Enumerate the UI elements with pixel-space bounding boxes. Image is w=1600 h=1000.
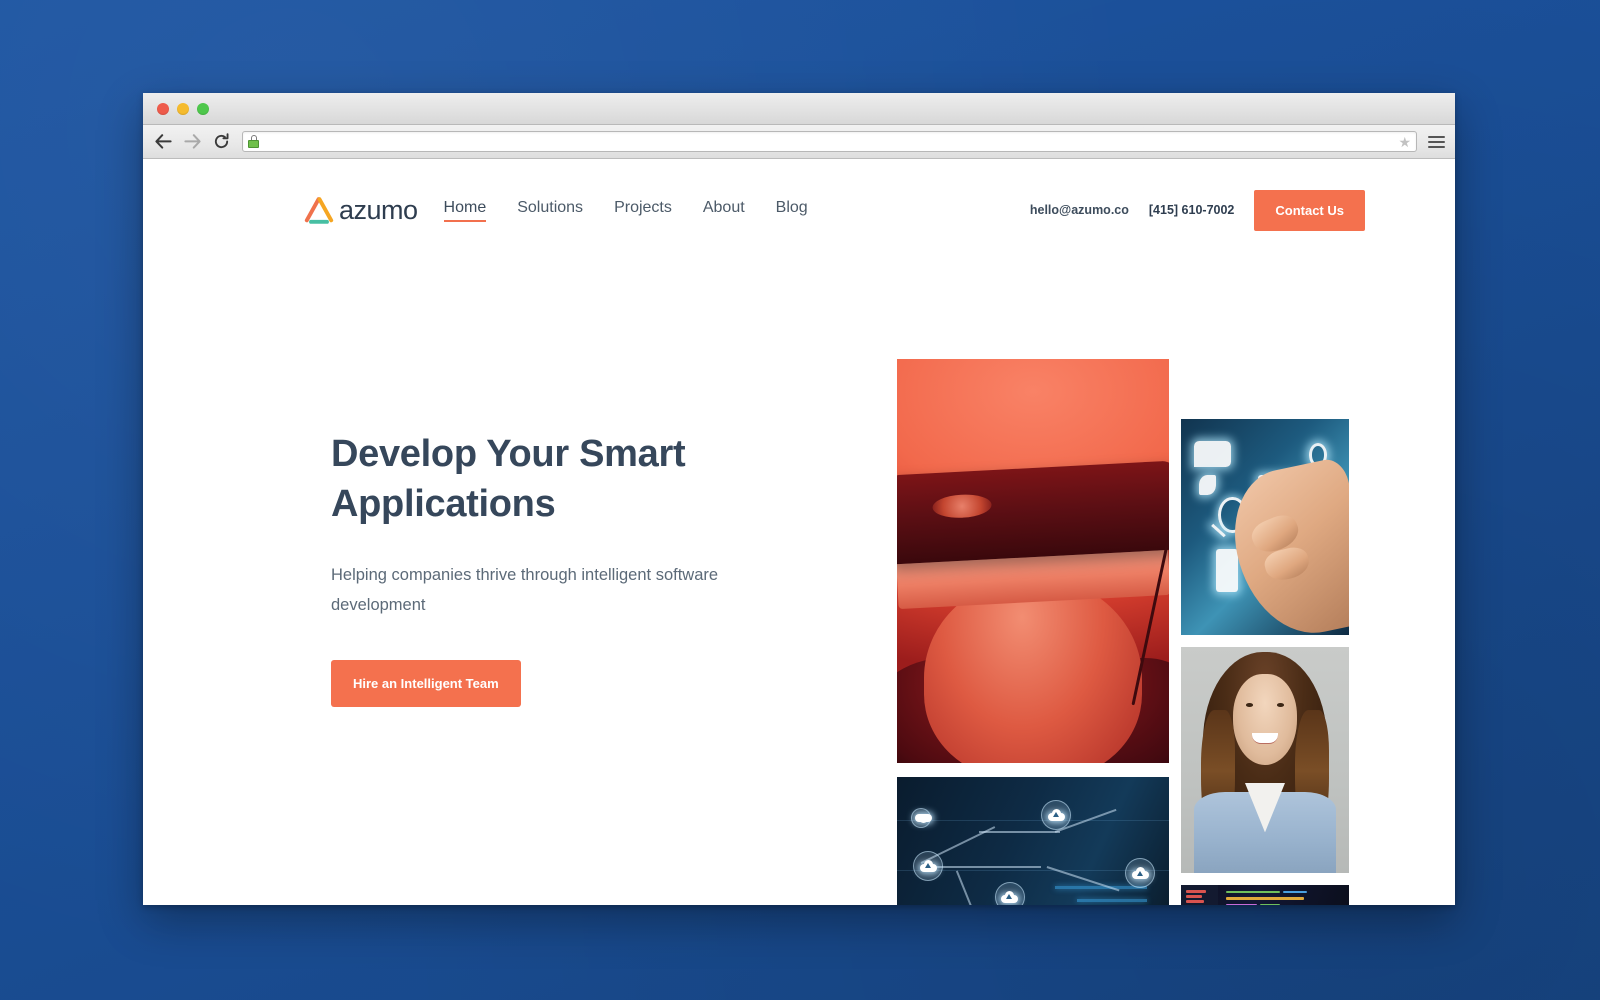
hero-image-collage: [753, 261, 1455, 905]
data-streak: [1076, 899, 1148, 903]
nav-item-about[interactable]: About: [703, 199, 745, 222]
page-viewport: azumo Home Solutions Projects About Blog…: [143, 159, 1455, 905]
portrait-eye-right: [1277, 703, 1285, 707]
main-navigation: Home Solutions Projects About Blog: [443, 199, 808, 222]
contact-us-button[interactable]: Contact Us: [1254, 189, 1365, 231]
desktop-background: ★ azumo Home Solutions Projects About Bl…: [0, 0, 1600, 1000]
close-window-button[interactable]: [157, 102, 169, 115]
hamburger-menu-icon[interactable]: [1428, 134, 1445, 150]
nav-item-blog[interactable]: Blog: [776, 199, 808, 222]
window-title-bar: [143, 93, 1455, 125]
brand-wordmark: azumo: [339, 194, 418, 225]
hero-headline: Develop Your Smart Applications: [331, 433, 686, 526]
cloud-node: [913, 850, 944, 881]
cloud-node: [994, 881, 1025, 905]
hire-team-button[interactable]: Hire an Intelligent Team: [331, 660, 521, 708]
hero-section: Develop Your Smart Applications Helping …: [143, 261, 1455, 905]
network-edge: [956, 870, 993, 905]
hero-subheadline: Helping companies thrive through intelli…: [331, 566, 719, 614]
phone-glyph: [1199, 475, 1217, 495]
forward-arrow-icon[interactable]: [182, 132, 202, 152]
site-header: azumo Home Solutions Projects About Blog…: [143, 159, 1455, 261]
browser-toolbar: ★: [143, 125, 1455, 159]
network-edge: [926, 866, 1042, 868]
brand-logo[interactable]: azumo: [303, 195, 418, 226]
padlock-icon: [248, 135, 259, 148]
network-edge: [978, 831, 1061, 833]
cloud-node: [1125, 858, 1156, 889]
nav-item-home[interactable]: Home: [443, 199, 486, 222]
touch-tech-photo: [1181, 419, 1349, 635]
nav-item-solutions[interactable]: Solutions: [517, 199, 583, 222]
contact-email-link[interactable]: hello@azumo.co: [1030, 203, 1129, 217]
azumo-triangle-logo-icon: [304, 197, 334, 224]
vr-lens: [932, 493, 993, 520]
tablet-glyph: [1216, 548, 1239, 592]
chat-bubble-glyph: [1194, 440, 1232, 467]
reload-icon[interactable]: [211, 132, 231, 152]
team-portrait-photo: [1181, 647, 1349, 873]
cloud-node: [910, 808, 933, 829]
back-arrow-icon[interactable]: [153, 132, 173, 152]
vr-headset-body: [897, 460, 1169, 565]
code-editor-photo: [1181, 885, 1349, 905]
grid-line: [897, 819, 1169, 821]
cloud-network-photo: [897, 777, 1169, 905]
code-sidebar: [1181, 885, 1218, 905]
portrait-eye-left: [1245, 703, 1253, 707]
maximize-window-button[interactable]: [197, 102, 209, 115]
portrait-face: [1233, 674, 1297, 765]
address-bar[interactable]: ★: [242, 131, 1417, 152]
hero-copy: Develop Your Smart Applications Helping …: [143, 261, 753, 905]
star-icon[interactable]: ★: [1398, 135, 1411, 149]
header-contact-group: hello@azumo.co [415] 610-7002 Contact Us: [1030, 189, 1365, 231]
browser-window: ★ azumo Home Solutions Projects About Bl…: [143, 93, 1455, 905]
minimize-window-button[interactable]: [177, 102, 189, 115]
nav-item-projects[interactable]: Projects: [614, 199, 672, 222]
contact-phone-link[interactable]: [415] 610-7002: [1149, 203, 1234, 217]
vr-headset-photo: [897, 359, 1169, 763]
